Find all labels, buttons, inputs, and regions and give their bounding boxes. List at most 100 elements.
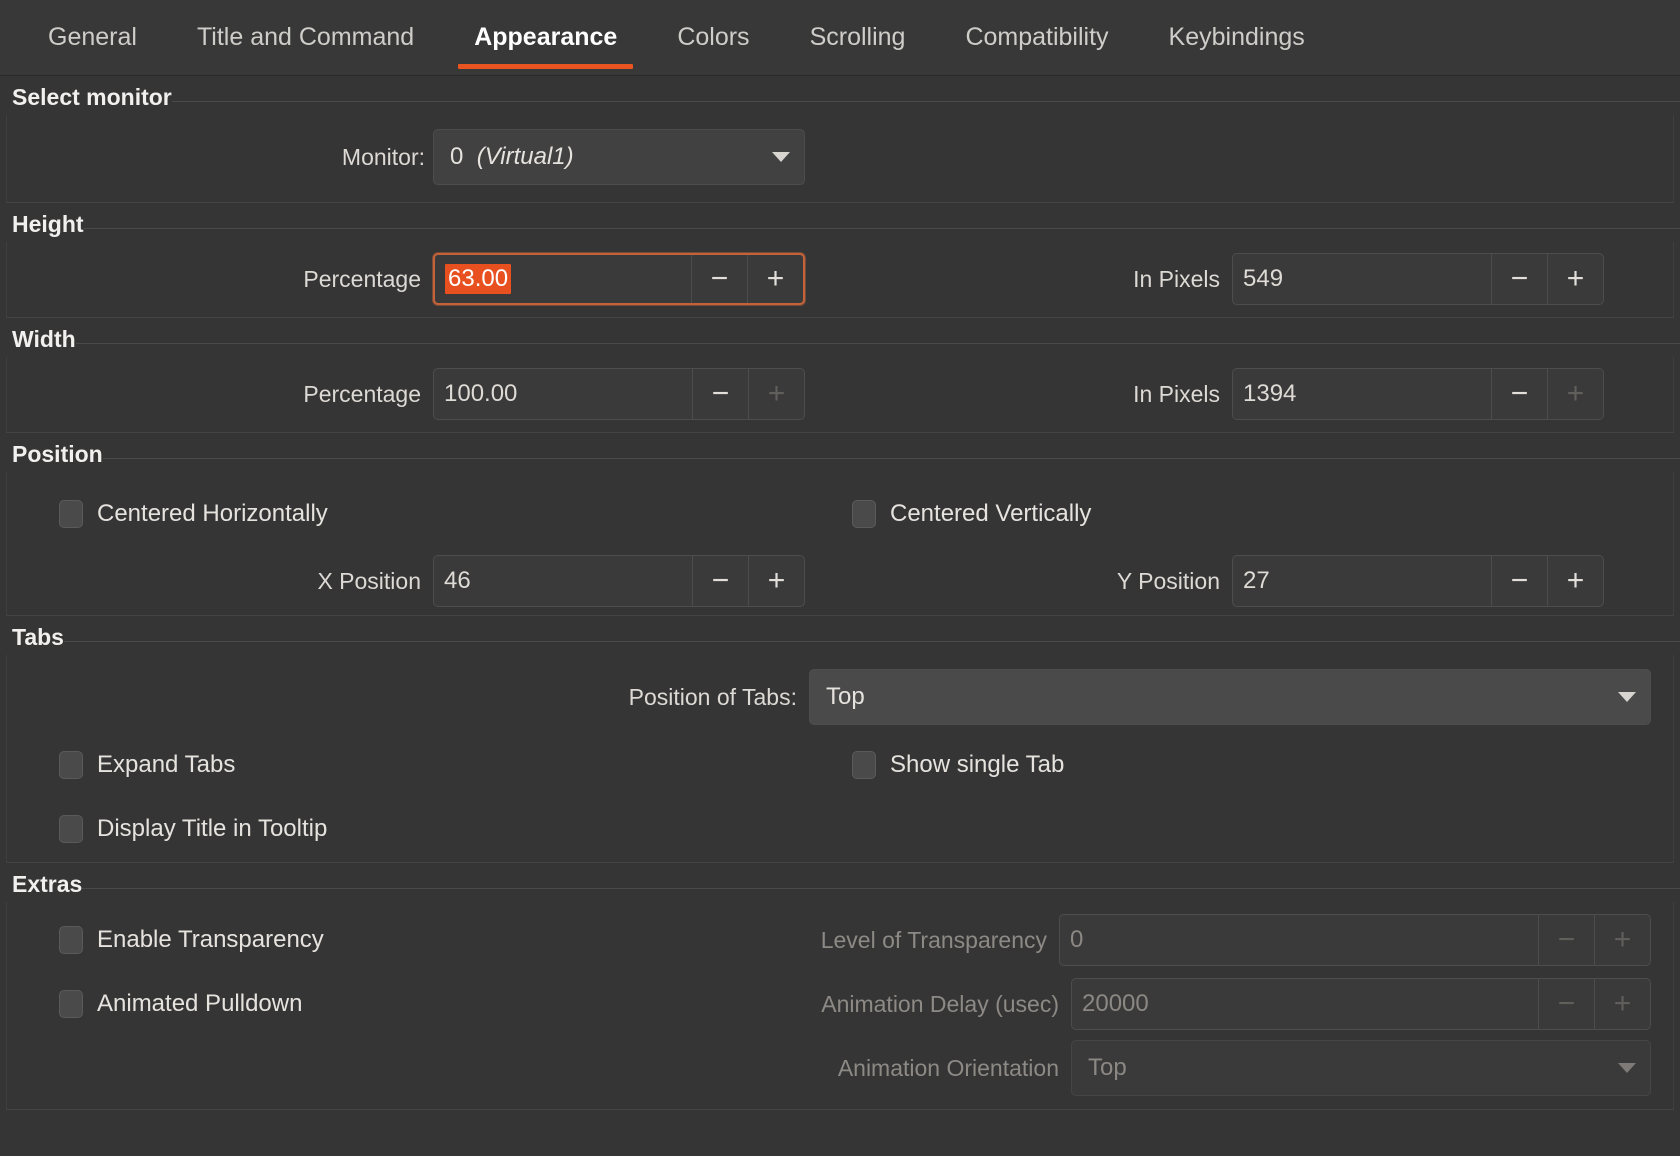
animated-pulldown-checkbox[interactable]: Animated Pulldown: [59, 990, 747, 1018]
height-percentage-value[interactable]: 63.00: [435, 255, 691, 303]
preferences-window: General Title and Command Appearance Col…: [0, 0, 1680, 1156]
monitor-select[interactable]: 0 (Virtual1): [433, 129, 805, 185]
tab-bar: General Title and Command Appearance Col…: [0, 0, 1680, 76]
tab-keybindings[interactable]: Keybindings: [1139, 0, 1335, 75]
display-title-in-tooltip-label: Display Title in Tooltip: [97, 815, 328, 842]
width-percentage-label: Percentage: [303, 380, 421, 407]
y-position-label: Y Position: [1116, 567, 1220, 594]
chevron-down-icon: [772, 152, 790, 162]
group-title-extras: Extras: [0, 863, 83, 902]
group-position: Position Centered Horizontally Centered …: [0, 433, 1680, 616]
height-percentage-increment[interactable]: +: [747, 255, 803, 303]
group-title-tabs: Tabs: [0, 616, 64, 655]
checkbox-box: [852, 751, 876, 779]
height-pixels-decrement[interactable]: −: [1491, 254, 1547, 304]
tab-label: Colors: [677, 23, 750, 51]
height-pixels-label: In Pixels: [1133, 265, 1220, 292]
animation-delay-value: 20000: [1082, 990, 1149, 1017]
group-divider: [0, 888, 1680, 889]
show-single-tab-checkbox[interactable]: Show single Tab: [852, 751, 1064, 779]
checkbox-box: [59, 751, 83, 779]
tab-appearance[interactable]: Appearance: [444, 0, 647, 75]
centered-horizontally-label: Centered Horizontally: [97, 500, 328, 527]
centered-vertically-checkbox[interactable]: Centered Vertically: [852, 500, 1091, 528]
animation-orientation-label: Animation Orientation: [837, 1054, 1059, 1081]
tab-label: Appearance: [474, 23, 618, 51]
expand-tabs-checkbox[interactable]: Expand Tabs: [59, 751, 235, 779]
group-title-height: Height: [0, 203, 84, 242]
width-percentage-value[interactable]: 100.00: [434, 369, 692, 419]
level-of-transparency-decrement: −: [1538, 915, 1594, 965]
animation-orientation-value: Top: [1088, 1054, 1127, 1081]
group-select-monitor: Select monitor Monitor: 0 (Virtual1): [0, 76, 1680, 203]
group-divider: [0, 343, 1680, 344]
group-title-position: Position: [0, 433, 103, 472]
checkbox-box: [59, 990, 83, 1018]
x-position-spinbox[interactable]: 46 − +: [433, 555, 805, 607]
y-position-value[interactable]: 27: [1233, 556, 1491, 606]
level-of-transparency-spinbox: 0 − +: [1059, 914, 1651, 966]
x-position-value[interactable]: 46: [434, 556, 692, 606]
enable-transparency-checkbox[interactable]: Enable Transparency: [59, 926, 747, 954]
width-pixels-label: In Pixels: [1133, 380, 1220, 407]
group-title-width: Width: [0, 318, 76, 357]
level-of-transparency-label: Level of Transparency: [820, 926, 1047, 953]
height-pixels-value[interactable]: 549: [1233, 254, 1491, 304]
width-percentage-spinbox[interactable]: 100.00 − +: [433, 368, 805, 420]
y-position-spinbox[interactable]: 27 − +: [1232, 555, 1604, 607]
tab-scrolling[interactable]: Scrolling: [780, 0, 936, 75]
position-of-tabs-select[interactable]: Top: [809, 669, 1651, 725]
animated-pulldown-label: Animated Pulldown: [97, 990, 303, 1017]
x-position-label: X Position: [317, 567, 421, 594]
animation-delay-spinbox: 20000 − +: [1071, 978, 1651, 1030]
tab-label: Title and Command: [196, 23, 415, 51]
height-percentage-spinbox[interactable]: 63.00 − +: [433, 253, 805, 305]
width-pixels-value[interactable]: 1394: [1233, 369, 1491, 419]
width-pixels-decrement[interactable]: −: [1491, 369, 1547, 419]
monitor-select-value: 0 (Virtual1): [450, 143, 574, 170]
expand-tabs-label: Expand Tabs: [97, 751, 236, 778]
tab-general[interactable]: General: [18, 0, 167, 75]
group-height: Height Percentage 63.00 − + In Pixels 54…: [0, 203, 1680, 318]
group-divider: [0, 458, 1680, 459]
centered-vertically-label: Centered Vertically: [890, 500, 1092, 527]
appearance-panel: Select monitor Monitor: 0 (Virtual1) Hei…: [0, 76, 1680, 1156]
width-pixels-increment: +: [1547, 369, 1603, 419]
monitor-label: Monitor:: [341, 143, 425, 170]
tab-compatibility[interactable]: Compatibility: [935, 0, 1138, 75]
checkbox-box: [852, 500, 876, 528]
chevron-down-icon: [1618, 1063, 1636, 1073]
width-pixels-spinbox[interactable]: 1394 − +: [1232, 368, 1604, 420]
level-of-transparency-increment: +: [1594, 915, 1650, 965]
height-pixels-increment[interactable]: +: [1547, 254, 1603, 304]
group-tabs: Tabs Position of Tabs: Top Expand Tabs S…: [0, 616, 1680, 863]
chevron-down-icon: [1618, 692, 1636, 702]
position-of-tabs-label: Position of Tabs:: [628, 683, 797, 710]
group-divider: [0, 228, 1680, 229]
tab-label: Compatibility: [965, 23, 1109, 51]
tab-title-and-command[interactable]: Title and Command: [167, 0, 444, 75]
y-position-increment[interactable]: +: [1547, 556, 1603, 606]
tab-label: Scrolling: [809, 23, 906, 51]
checkbox-box: [59, 815, 83, 843]
group-width: Width Percentage 100.00 − + In Pixels 13…: [0, 318, 1680, 433]
group-divider: [0, 101, 1680, 102]
tab-label: General: [48, 23, 137, 51]
animation-delay-label: Animation Delay (usec): [821, 990, 1059, 1017]
height-percentage-decrement[interactable]: −: [691, 255, 747, 303]
width-percentage-decrement[interactable]: −: [692, 369, 748, 419]
checkbox-box: [59, 500, 83, 528]
display-title-in-tooltip-checkbox[interactable]: Display Title in Tooltip: [59, 815, 327, 843]
y-position-decrement[interactable]: −: [1491, 556, 1547, 606]
x-position-decrement[interactable]: −: [692, 556, 748, 606]
level-of-transparency-value: 0: [1070, 926, 1084, 953]
show-single-tab-label: Show single Tab: [890, 751, 1065, 778]
group-title-select-monitor: Select monitor: [0, 76, 172, 115]
group-divider: [0, 641, 1680, 642]
tab-colors[interactable]: Colors: [647, 0, 779, 75]
centered-horizontally-checkbox[interactable]: Centered Horizontally: [59, 500, 328, 528]
animation-delay-increment: +: [1594, 979, 1650, 1029]
height-pixels-spinbox[interactable]: 549 − +: [1232, 253, 1604, 305]
tab-label: Keybindings: [1168, 23, 1305, 51]
x-position-increment[interactable]: +: [748, 556, 804, 606]
